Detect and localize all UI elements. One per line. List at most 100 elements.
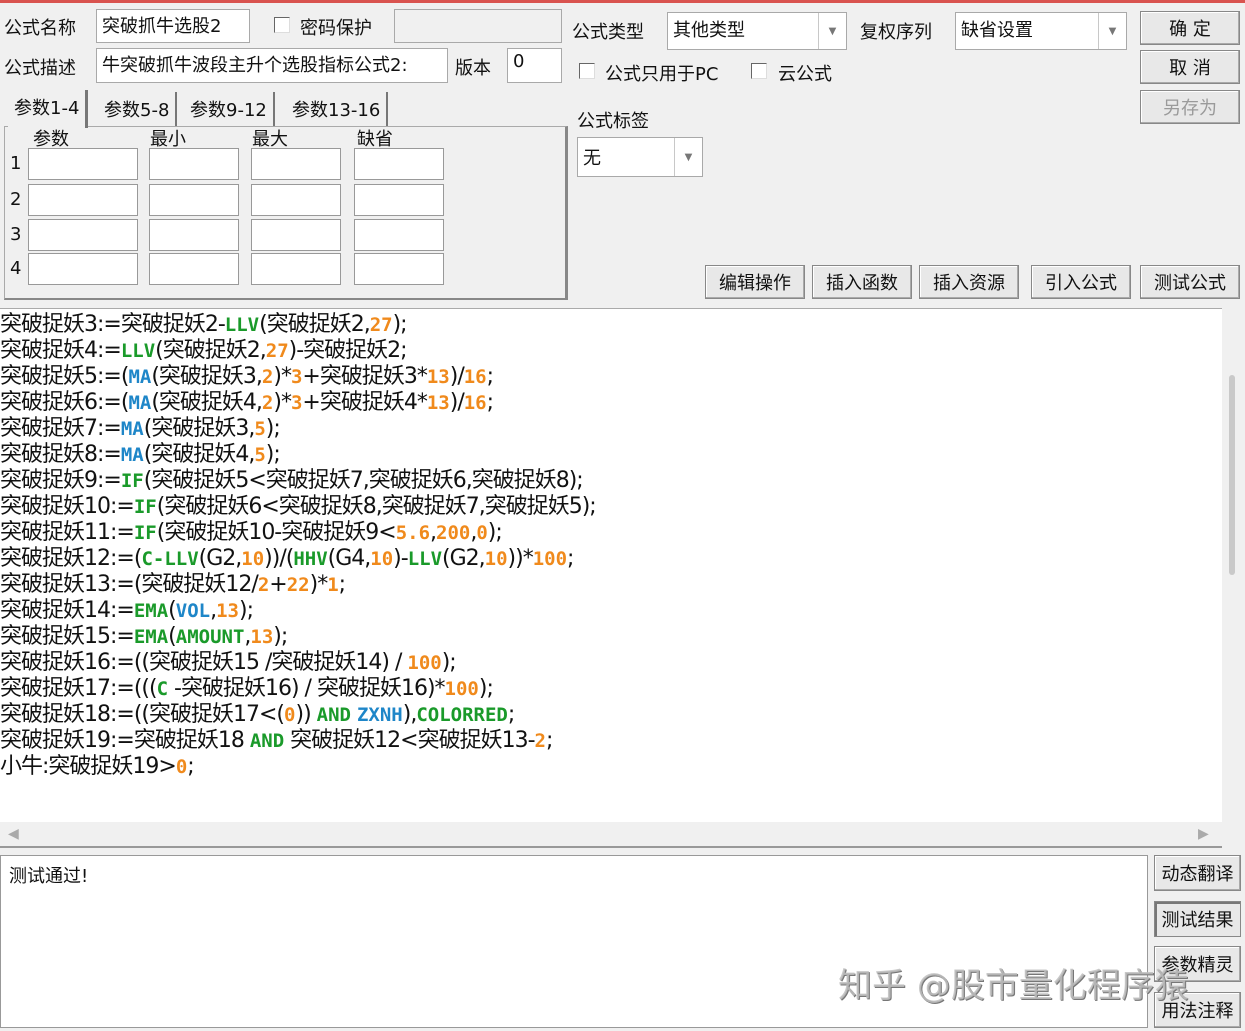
- code-number: 13: [250, 626, 274, 648]
- save-as-button[interactable]: 另存为: [1140, 90, 1240, 124]
- cloud-label: 云公式: [778, 64, 832, 85]
- code-text: 突破捉妖13:=(突破捉妖12/: [0, 572, 259, 597]
- code-text: ))/(: [264, 546, 294, 571]
- toolbar-button-0[interactable]: 编辑操作: [705, 265, 805, 299]
- code-text: (突破捉妖5<突破捉妖7,突破捉妖6,突破捉妖8);: [143, 468, 584, 493]
- code-function: LLV: [120, 340, 156, 362]
- code-function: AND: [249, 730, 285, 752]
- code-number: 5.6: [395, 522, 431, 544]
- param-cell-max[interactable]: [251, 148, 341, 180]
- code-text: -突破捉妖16) / 突破捉妖16)*: [168, 676, 446, 701]
- code-number: 100: [444, 678, 479, 700]
- version-input[interactable]: 0: [507, 48, 562, 83]
- side-button-1[interactable]: 测试结果: [1154, 901, 1241, 937]
- tab-params-9-12[interactable]: 参数9-12: [184, 92, 275, 126]
- param-cell-default[interactable]: [354, 148, 444, 180]
- code-number: 2: [534, 730, 546, 752]
- param-cell-min[interactable]: [149, 253, 239, 285]
- vertical-scrollbar-thumb[interactable]: [1229, 375, 1235, 575]
- code-text: 突破捉妖12<突破捉妖13-: [284, 728, 535, 753]
- code-text: ;: [545, 728, 553, 753]
- code-text: )): [295, 702, 317, 727]
- code-number: 10: [484, 548, 508, 570]
- code-text: );: [238, 598, 254, 623]
- param-cell-default[interactable]: [354, 253, 444, 285]
- param-cell-name[interactable]: [28, 219, 138, 251]
- param-cell-max[interactable]: [251, 184, 341, 216]
- code-function: LLV: [224, 314, 260, 336]
- horizontal-scrollbar[interactable]: ◀ ▶: [0, 822, 1222, 848]
- param-row-number: 4: [10, 258, 22, 279]
- code-function: EMA: [133, 600, 169, 622]
- toolbar-button-4[interactable]: 测试公式: [1140, 265, 1240, 299]
- code-function: IF: [133, 496, 157, 518]
- code-text: )/: [449, 390, 465, 415]
- tab-params-1-4[interactable]: 参数1-4: [8, 90, 89, 128]
- code-function: IF: [120, 470, 144, 492]
- param-cell-min[interactable]: [149, 219, 239, 251]
- scroll-left-icon[interactable]: ◀: [8, 826, 19, 842]
- ok-button[interactable]: 确 定: [1140, 11, 1240, 45]
- code-number: 5: [254, 418, 266, 440]
- watermark: 知乎 @股市量化程序猿: [838, 966, 1189, 1006]
- code-text: +突破捉妖3*: [302, 364, 427, 389]
- chevron-down-icon: ▼: [674, 138, 702, 176]
- param-cell-default[interactable]: [354, 219, 444, 251]
- formula-desc-label: 公式描述: [4, 58, 76, 79]
- toolbar-button-3[interactable]: 引入公式: [1031, 265, 1131, 299]
- password-input[interactable]: [394, 9, 562, 43]
- param-cell-min[interactable]: [149, 148, 239, 180]
- toolbar-button-1[interactable]: 插入函数: [812, 265, 912, 299]
- code-text: 突破捉妖8:=: [0, 442, 122, 467]
- code-line: 突破捉妖12:=(C-LLV(G2,10))/(HHV(G4,10)-LLV(G…: [0, 546, 1222, 572]
- pc-only-checkbox[interactable]: [579, 63, 595, 79]
- tab-params-5-8[interactable]: 参数5-8: [98, 92, 178, 126]
- formula-name-input[interactable]: 突破抓牛选股2: [96, 9, 250, 43]
- param-cell-name[interactable]: [28, 253, 138, 285]
- code-text: 突破捉妖5:=(: [0, 364, 129, 389]
- code-number: 0: [175, 756, 188, 778]
- param-cell-default[interactable]: [354, 184, 444, 216]
- tab-params-13-16[interactable]: 参数13-16: [286, 92, 389, 126]
- code-text: 突破捉妖17:=(((: [0, 676, 158, 701]
- code-number: 3: [290, 392, 303, 414]
- cloud-checkbox[interactable]: [751, 63, 767, 79]
- code-text: 突破捉妖9:=: [0, 468, 122, 493]
- code-line: 突破捉妖13:=(突破捉妖12/2+22)*1;: [0, 572, 1222, 598]
- code-editor[interactable]: 突破捉妖3:=突破捉妖2-LLV(突破捉妖2,27); 突破捉妖4:=LLV(突破…: [0, 308, 1222, 822]
- code-text: );: [273, 624, 288, 649]
- formula-tag-label: 公式标签: [577, 111, 649, 132]
- code-variable: MA: [128, 366, 152, 388]
- param-cell-name[interactable]: [28, 184, 138, 216]
- code-text: )*: [273, 364, 292, 389]
- param-cell-min[interactable]: [149, 184, 239, 216]
- formula-tag-select[interactable]: 无 ▼: [577, 137, 703, 177]
- password-checkbox[interactable]: [274, 17, 290, 33]
- code-function: HHV: [293, 548, 328, 570]
- formula-type-select[interactable]: 其他类型 ▼: [667, 12, 847, 50]
- code-line: 突破捉妖11:=IF(突破捉妖10-突破捉妖9<5.6,200,0);: [0, 520, 1222, 546]
- code-text: ;: [338, 572, 346, 597]
- rights-select[interactable]: 缺省设置 ▼: [955, 12, 1127, 50]
- param-cell-name[interactable]: [28, 148, 138, 180]
- side-button-0[interactable]: 动态翻译: [1154, 855, 1241, 891]
- version-label: 版本: [455, 58, 491, 79]
- formula-desc-input[interactable]: 牛突破抓牛波段主升个选股指标公式2:: [96, 48, 448, 83]
- formula-type-label: 公式类型: [572, 22, 644, 43]
- code-text: ;: [567, 546, 574, 571]
- toolbar-button-2[interactable]: 插入资源: [919, 265, 1019, 299]
- param-cell-max[interactable]: [251, 219, 341, 251]
- code-text: 突破捉妖12:=(: [0, 546, 142, 571]
- code-text: )/: [449, 364, 465, 389]
- code-number: 2: [261, 366, 274, 388]
- window-top-border: [0, 0, 1245, 3]
- code-number: 100: [532, 548, 568, 570]
- code-number: 2: [257, 574, 270, 596]
- code-line: 突破捉妖8:=MA(突破捉妖4,5);: [0, 442, 1222, 468]
- param-cell-max[interactable]: [251, 253, 341, 285]
- code-number: 0: [284, 704, 296, 726]
- code-number: 1: [327, 574, 339, 596]
- cancel-button[interactable]: 取 消: [1140, 50, 1240, 84]
- scroll-right-icon[interactable]: ▶: [1198, 826, 1209, 842]
- code-line: 突破捉妖4:=LLV(突破捉妖2,27)-突破捉妖2;: [0, 338, 1222, 364]
